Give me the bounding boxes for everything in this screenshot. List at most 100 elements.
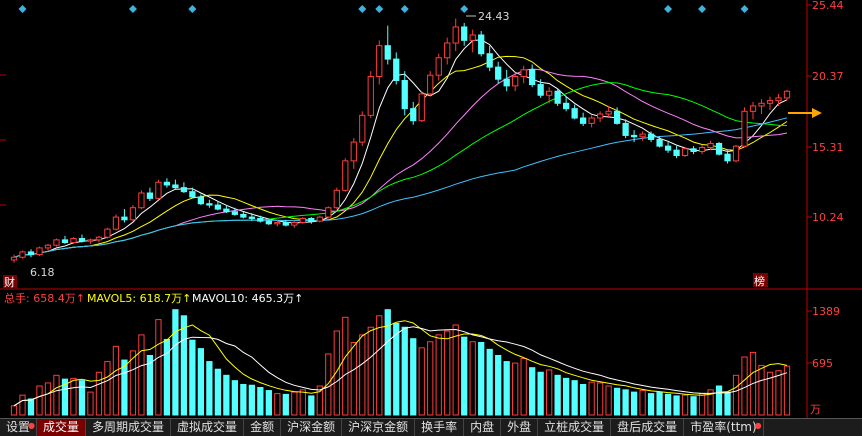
- volume-bar: [605, 385, 612, 416]
- candle-body: [350, 141, 357, 162]
- volume-bar: [512, 362, 519, 416]
- chart-canvas[interactable]: 25.44 20.37 15.31 10.24 1389 695 万 24.43…: [0, 0, 862, 418]
- tab-sh-sz-bj-amount[interactable]: 沪深京金额: [342, 419, 416, 436]
- candle-body: [257, 217, 264, 222]
- volume-bar: [299, 389, 306, 416]
- volume-bar: [427, 341, 434, 416]
- price-tick-label: 15.31: [812, 141, 844, 154]
- candle-body: [214, 204, 222, 210]
- tab-label: 多周期成交量: [92, 420, 165, 434]
- candle-body: [715, 142, 723, 155]
- tab-pe-ttm[interactable]: 市盈率(ttm) ●: [684, 419, 764, 436]
- tab-outer-volume[interactable]: 外盘: [501, 419, 539, 436]
- candle-body: [469, 34, 476, 41]
- candle-body: [775, 97, 782, 102]
- candle-body: [571, 108, 578, 119]
- tab-after-hours-volume[interactable]: 盘后成交量: [611, 419, 685, 436]
- volume-bar: [180, 315, 188, 416]
- volume-bar: [333, 330, 340, 416]
- tab-label: 立桩成交量: [544, 420, 605, 434]
- volume-bar: [146, 354, 154, 416]
- price-tick-label: 20.37: [812, 70, 844, 83]
- tab-turnover-rate[interactable]: 换手率: [415, 419, 465, 436]
- tab-pile-volume[interactable]: 立桩成交量: [538, 419, 612, 436]
- volume-bar: [579, 383, 587, 416]
- candle-body: [605, 110, 612, 115]
- volume-bar: [291, 391, 298, 416]
- tab-amount[interactable]: 金额: [244, 419, 282, 436]
- candle-body: [444, 42, 451, 59]
- volume-bar: [495, 354, 502, 416]
- candle-body: [461, 26, 468, 41]
- volume-bar: [27, 398, 35, 416]
- candle-body: [274, 221, 281, 225]
- candle-body: [783, 90, 791, 99]
- candle-body: [401, 80, 408, 110]
- total-volume-label: 总手: 658.4万↑: [4, 291, 85, 305]
- volume-bar: [172, 309, 179, 416]
- volume-bar: [121, 359, 128, 416]
- volume-bar: [36, 385, 43, 416]
- candle-body: [596, 113, 604, 119]
- candle-body: [291, 221, 298, 226]
- tab-label: 设置: [6, 420, 31, 434]
- candle-body: [512, 76, 519, 87]
- candle-body: [197, 196, 205, 205]
- candle-body: [36, 247, 43, 256]
- volume-bar: [444, 330, 451, 416]
- volume-bar: [240, 383, 247, 416]
- low-price-label: 6.18: [30, 266, 55, 279]
- candle-body: [724, 153, 731, 162]
- tab-inner-volume[interactable]: 内盘: [464, 419, 502, 436]
- volume-bar: [613, 387, 621, 416]
- volume-bar: [265, 390, 272, 416]
- tab-label: 虚拟成交量: [177, 420, 238, 434]
- candle-body: [248, 216, 255, 219]
- volume-bar: [775, 370, 782, 416]
- high-price-label: 24.43: [478, 10, 510, 23]
- volume-bar: [741, 356, 748, 416]
- candle-body: [546, 90, 553, 96]
- volume-bar: [554, 374, 561, 416]
- candle-body: [104, 228, 111, 238]
- volume-bar: [359, 334, 366, 416]
- tab-sh-sz-amount[interactable]: 沪深金额: [281, 419, 343, 436]
- volume-bar: [639, 390, 646, 416]
- mavol10-label: MAVOL10: 465.3万↑: [192, 292, 303, 305]
- volume-bar: [546, 369, 553, 416]
- candle-body: [690, 148, 697, 152]
- volume-tick-label: 695: [812, 357, 833, 370]
- candle-body: [95, 236, 103, 241]
- candle-body: [308, 217, 315, 222]
- tab-settings[interactable]: 设置 ●: [0, 419, 38, 436]
- volume-bar: [231, 380, 238, 416]
- stock-chart[interactable]: 25.44 20.37 15.31 10.24 1389 695 万 24.43…: [0, 0, 862, 436]
- candle-body: [61, 239, 69, 244]
- tab-label: 市盈率(ttm): [690, 420, 757, 434]
- tab-virtual-volume[interactable]: 虚拟成交量: [171, 419, 245, 436]
- volume-bar: [410, 338, 417, 416]
- candle-body: [681, 148, 689, 157]
- dot-icon: ●: [754, 421, 762, 430]
- candle-body: [206, 203, 213, 206]
- candle-body: [563, 102, 570, 110]
- volume-bar: [571, 380, 578, 416]
- volume-bar: [163, 338, 171, 416]
- tab-label: 内盘: [470, 420, 495, 434]
- volume-bar: [520, 358, 527, 416]
- volume-bar: [274, 393, 281, 416]
- volume-bar: [724, 391, 731, 416]
- volume-bar: [138, 334, 145, 416]
- volume-bar: [325, 353, 332, 416]
- volume-bar: [698, 393, 706, 416]
- candle-body: [707, 142, 714, 148]
- candle-body: [732, 145, 740, 162]
- candle-body: [656, 138, 663, 147]
- volume-bar: [469, 341, 476, 416]
- candle-body: [240, 213, 247, 218]
- indicator-tab-bar: 设置 ● 成交量 多周期成交量 虚拟成交量 金额 沪深金额 沪深京金额 换手率 内…: [0, 418, 862, 436]
- candle-body: [265, 220, 272, 225]
- tab-volume[interactable]: 成交量: [37, 419, 87, 436]
- candle-body: [766, 100, 774, 104]
- tab-multi-period-volume[interactable]: 多周期成交量: [86, 419, 172, 436]
